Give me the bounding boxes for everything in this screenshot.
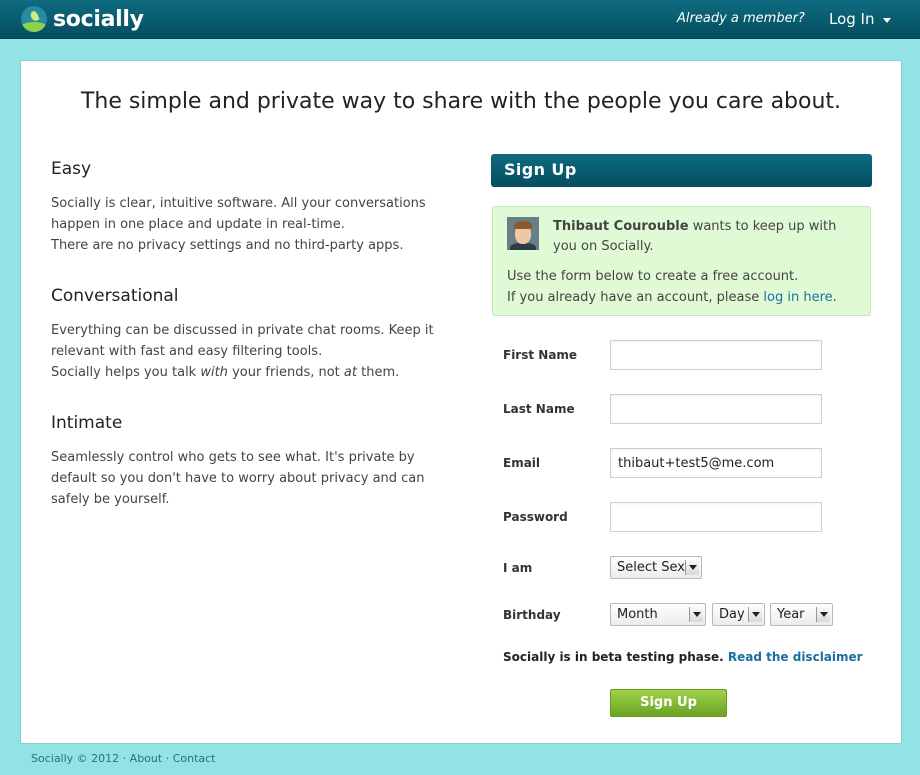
main-card: The simple and private way to share with… [20, 60, 902, 744]
year-select-value: Year [777, 607, 805, 622]
month-select-value: Month [617, 607, 658, 622]
footer-copyright: Socially © 2012 [31, 752, 120, 765]
feature-text-conversational: Everything can be discussed in private c… [51, 320, 461, 383]
last-name-field[interactable] [610, 394, 822, 424]
sprout-logo-icon [21, 6, 47, 32]
disclaimer-link[interactable]: Read the disclaimer [728, 650, 863, 664]
footer-about-link[interactable]: About [130, 752, 163, 765]
first-name-label: First Name [503, 348, 578, 362]
feature-line: Socially helps you talk with your friend… [51, 365, 400, 380]
last-name-label: Last Name [503, 402, 575, 416]
login-here-link[interactable]: log in here [763, 290, 832, 305]
day-select-value: Day [719, 607, 745, 622]
birthday-year-select[interactable]: Year [770, 603, 833, 626]
invitation-message: Thibaut Courouble wants to keep up with … [553, 219, 837, 254]
socially-logo[interactable]: socially [21, 5, 144, 33]
password-label: Password [503, 510, 568, 524]
feature-line: Seamlessly control who gets to see what.… [51, 450, 425, 507]
email-label: Email [503, 456, 541, 470]
dropdown-arrow-icon [685, 560, 699, 575]
login-label: Log In [829, 10, 875, 28]
feature-text-easy: Socially is clear, intuitive software. A… [51, 193, 461, 256]
feature-title-conversational: Conversational [51, 286, 179, 306]
invitation-instructions: Use the form below to create a free acco… [507, 269, 837, 305]
signup-button[interactable]: Sign Up [610, 689, 727, 717]
feature-text-intimate: Seamlessly control who gets to see what.… [51, 447, 461, 510]
sex-select-value: Select Sex [617, 560, 685, 575]
first-name-field[interactable] [610, 340, 822, 370]
feature-title-easy: Easy [51, 159, 92, 179]
email-field[interactable] [610, 448, 822, 478]
birthday-day-select[interactable]: Day [712, 603, 765, 626]
sex-label: I am [503, 561, 533, 575]
dropdown-arrow-icon [689, 607, 703, 622]
chevron-down-icon [882, 17, 891, 23]
birthday-label: Birthday [503, 608, 561, 622]
dropdown-arrow-icon [816, 607, 830, 622]
feature-line: There are no privacy settings and no thi… [51, 238, 404, 253]
sex-select[interactable]: Select Sex [610, 556, 702, 579]
password-field[interactable] [610, 502, 822, 532]
footer-contact-link[interactable]: Contact [173, 752, 216, 765]
feature-line: Socially is clear, intuitive software. A… [51, 196, 426, 232]
inviter-name: Thibaut Courouble [553, 219, 689, 234]
birthday-month-select[interactable]: Month [610, 603, 706, 626]
top-navigation-bar: socially Already a member? Log In [0, 0, 920, 39]
feature-title-intimate: Intimate [51, 413, 123, 433]
page-headline: The simple and private way to share with… [80, 89, 842, 114]
footer: Socially © 2012 · About · Contact [31, 752, 216, 765]
signup-header: Sign Up [491, 154, 872, 187]
beta-notice: Socially is in beta testing phase. Read … [503, 650, 863, 664]
avatar [507, 217, 539, 250]
logo-text: socially [53, 6, 144, 32]
login-menu-button[interactable]: Log In [829, 10, 891, 28]
invitation-box: Thibaut Courouble wants to keep up with … [492, 206, 871, 316]
feature-line: Everything can be discussed in private c… [51, 323, 434, 359]
already-member-text: Already a member? [677, 11, 805, 26]
dropdown-arrow-icon [748, 607, 762, 622]
